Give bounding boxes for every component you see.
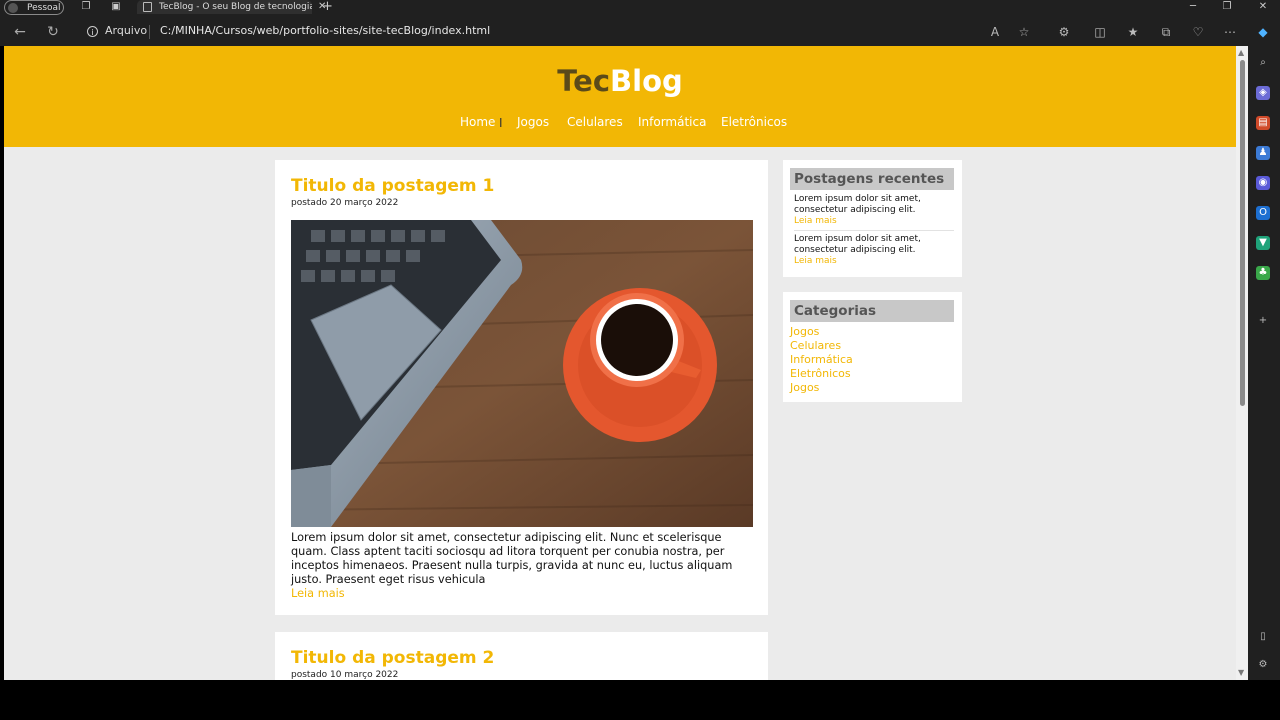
- workspaces-icon[interactable]: ❐: [80, 1, 92, 13]
- close-window-icon[interactable]: ✕: [1255, 0, 1271, 14]
- extensions-icon[interactable]: ⚙: [1056, 24, 1072, 40]
- recent-post-text: Lorem ipsum dolor sit amet, consectetur …: [794, 194, 921, 215]
- post-title[interactable]: Titulo da postagem 2: [291, 648, 494, 668]
- post-date: postado 10 março 2022: [291, 670, 399, 680]
- outlook-icon[interactable]: O: [1256, 206, 1270, 220]
- category-link-jogos[interactable]: Jogos: [790, 325, 819, 338]
- info-icon[interactable]: i: [87, 26, 98, 37]
- sidebar-settings-icon[interactable]: ⚙: [1256, 658, 1270, 672]
- menu-item-jogos[interactable]: Jogos: [517, 115, 549, 129]
- shopping-icon[interactable]: ◈: [1256, 86, 1270, 100]
- tab-title: TecBlog - O seu Blog de tecnologia: [159, 2, 312, 12]
- add-sidebar-icon[interactable]: +: [1256, 314, 1270, 328]
- category-link-jogos-2[interactable]: Jogos: [790, 381, 819, 394]
- split-screen-icon[interactable]: ◫: [1092, 24, 1108, 40]
- recent-post-item: Lorem ipsum dolor sit amet, consectetur …: [794, 234, 954, 267]
- games-icon[interactable]: ♟: [1256, 146, 1270, 160]
- tree-icon[interactable]: ♣: [1256, 266, 1270, 280]
- tab-actions-icon[interactable]: ▣: [110, 1, 122, 13]
- site-logo[interactable]: TecBlog: [4, 64, 1236, 98]
- page-viewport[interactable]: TecBlog Home Jogos Celulares Informática…: [4, 46, 1236, 680]
- browser-essentials-icon[interactable]: ♡: [1190, 24, 1206, 40]
- screen-bottom-area: [0, 680, 1280, 720]
- post-image[interactable]: [291, 220, 753, 527]
- drop-icon[interactable]: ▼: [1256, 236, 1270, 250]
- favorite-star-icon[interactable]: ☆: [1016, 24, 1032, 40]
- maximize-icon[interactable]: ❐: [1219, 0, 1235, 14]
- widget-title: Categorias: [790, 300, 954, 322]
- logo-part2: Blog: [610, 64, 683, 98]
- favorites-icon[interactable]: ★: [1125, 24, 1141, 40]
- recent-divider: [794, 230, 954, 231]
- laptop-coffee-image: [291, 220, 753, 527]
- site-header: TecBlog Home Jogos Celulares Informática…: [4, 46, 1236, 147]
- back-icon[interactable]: ←: [11, 23, 29, 41]
- collections-icon[interactable]: ⧉: [1158, 24, 1174, 40]
- menu-item-celulares[interactable]: Celulares: [567, 115, 623, 129]
- text-cursor-icon: I: [499, 116, 503, 130]
- reload-icon[interactable]: ↻: [44, 23, 62, 41]
- read-more-link[interactable]: Leia mais: [291, 587, 345, 600]
- scroll-thumb[interactable]: [1240, 60, 1245, 406]
- post-card: Titulo da postagem 2 postado 10 março 20…: [275, 632, 768, 680]
- active-tab[interactable]: TecBlog - O seu Blog de tecnologia: [137, 0, 312, 14]
- recent-post-text: Lorem ipsum dolor sit amet, consectetur …: [794, 234, 921, 255]
- copilot-icon[interactable]: ◆: [1255, 24, 1271, 40]
- page-scrollbar[interactable]: ▲ ▼: [1236, 46, 1248, 680]
- tab-bar: Pessoal ❐ ▣ TecBlog - O seu Blog de tecn…: [0, 0, 1280, 15]
- scroll-down-icon[interactable]: ▼: [1238, 668, 1244, 677]
- browser-chrome: Pessoal ❐ ▣ TecBlog - O seu Blog de tecn…: [0, 0, 1280, 46]
- url-text[interactable]: C:/MINHA/Cursos/web/portfolio-sites/site…: [160, 24, 490, 37]
- category-link-celulares[interactable]: Celulares: [790, 339, 841, 352]
- address-bar-row: ← ↻ i Arquivo C:/MINHA/Cursos/web/portfo…: [0, 18, 1280, 46]
- sidebar-panel-icon[interactable]: ▯: [1256, 630, 1270, 644]
- address-divider: [149, 25, 150, 39]
- logo-part1: Tec: [557, 64, 611, 98]
- minimize-icon[interactable]: ─: [1185, 0, 1201, 14]
- tools-icon[interactable]: ▤: [1256, 116, 1270, 130]
- category-link-informatica[interactable]: Informática: [790, 353, 853, 366]
- category-link-eletronicos[interactable]: Eletrônicos: [790, 367, 851, 380]
- profile-button[interactable]: Pessoal: [4, 0, 64, 15]
- address-scheme: Arquivo: [105, 24, 148, 37]
- browser-sidebar: ⌕ ◈ ▤ ♟ ◉ O ▼ ♣ + ▯ ⚙: [1248, 46, 1280, 680]
- menu-item-eletronicos[interactable]: Eletrônicos: [721, 115, 787, 129]
- categories-widget: Categorias Jogos Celulares Informática E…: [783, 292, 962, 402]
- new-tab-icon[interactable]: +: [322, 0, 333, 14]
- menu-item-home[interactable]: Home: [460, 115, 495, 129]
- recent-read-more-link[interactable]: Leia mais: [794, 216, 954, 227]
- post-excerpt: Lorem ipsum dolor sit amet, consectetur …: [291, 531, 733, 586]
- profile-label: Pessoal: [27, 3, 61, 13]
- recent-read-more-link[interactable]: Leia mais: [794, 256, 954, 267]
- recent-posts-widget: Postagens recentes Lorem ipsum dolor sit…: [783, 160, 962, 277]
- menu-item-informatica[interactable]: Informática: [638, 115, 706, 129]
- read-aloud-icon[interactable]: A: [987, 24, 1003, 40]
- post-date: postado 20 março 2022: [291, 198, 399, 208]
- post-card: Titulo da postagem 1 postado 20 março 20…: [275, 160, 768, 615]
- page-favicon-icon: [143, 2, 152, 12]
- search-icon[interactable]: ⌕: [1256, 56, 1270, 70]
- address-bar[interactable]: i Arquivo C:/MINHA/Cursos/web/portfolio-…: [78, 21, 1108, 43]
- recent-post-item: Lorem ipsum dolor sit amet, consectetur …: [794, 194, 954, 227]
- more-menu-icon[interactable]: ⋯: [1222, 24, 1238, 40]
- scroll-up-icon[interactable]: ▲: [1238, 48, 1244, 57]
- post-title[interactable]: Titulo da postagem 1: [291, 176, 494, 196]
- copilot-app-icon[interactable]: ◉: [1256, 176, 1270, 190]
- widget-title: Postagens recentes: [790, 168, 954, 190]
- avatar: [8, 3, 18, 13]
